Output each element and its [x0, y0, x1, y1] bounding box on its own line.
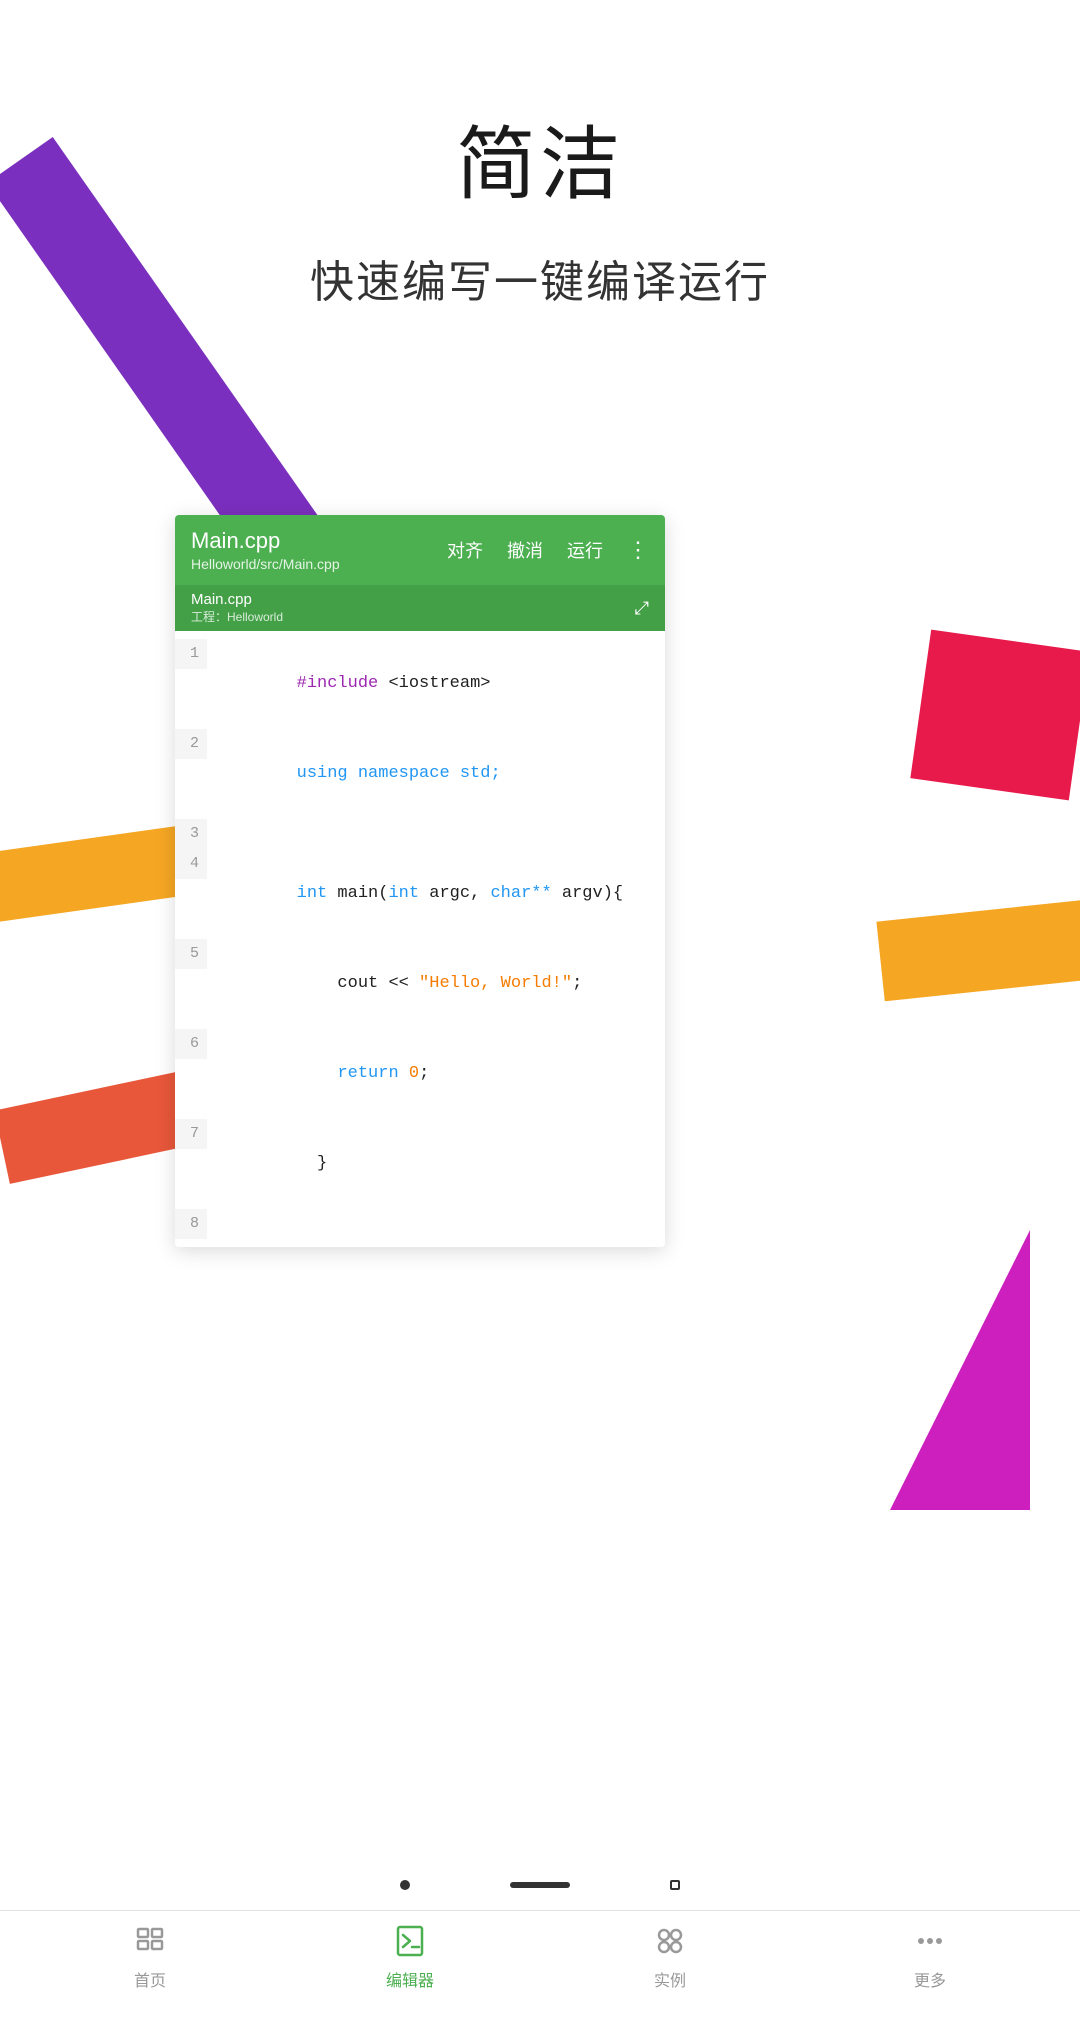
editor-tab-project: 工程：Helloworld — [191, 608, 283, 625]
line-number-1: 1 — [175, 639, 207, 669]
line-content-8 — [207, 1209, 665, 1239]
system-navigation — [0, 1860, 1080, 1910]
line-content-4: int main(int argc, char** argv){ — [207, 849, 665, 939]
line-content-7: } — [207, 1119, 665, 1209]
line-number-2: 2 — [175, 729, 207, 759]
decoration-red-bottom-left — [0, 1071, 196, 1184]
line-number-3: 3 — [175, 819, 207, 849]
code-line-6: 6 return 0; — [175, 1029, 665, 1119]
code-line-5: 5 cout << "Hello, World!"; — [175, 939, 665, 1029]
editor-toolbar: Main.cpp Helloworld/src/Main.cpp 对齐 撤消 运… — [175, 515, 665, 585]
system-back-button[interactable] — [400, 1880, 410, 1890]
line-content-3 — [207, 819, 665, 849]
line-number-8: 8 — [175, 1209, 207, 1239]
align-button[interactable]: 对齐 — [447, 537, 483, 563]
decoration-orange-left — [0, 825, 194, 925]
code-line-2: 2 using namespace std; — [175, 729, 665, 819]
editor-toolbar-actions: 对齐 撤消 运行 ⋮ — [447, 537, 649, 563]
run-button[interactable]: 运行 — [567, 537, 603, 563]
page-subtitle: 快速编写一键编译运行 — [0, 246, 1080, 310]
editor-filename: Main.cpp — [191, 528, 340, 554]
nav-label-editor: 编辑器 — [386, 1967, 434, 1991]
nav-label-home: 首页 — [134, 1967, 166, 1991]
line-content-6: return 0; — [207, 1029, 665, 1119]
page-title: 简洁 — [0, 100, 1080, 216]
line-number-5: 5 — [175, 939, 207, 969]
bottom-navigation: 首页 编辑器 实例 — [0, 1910, 1080, 2020]
system-home-button[interactable] — [510, 1882, 570, 1888]
more-button[interactable]: ⋮ — [627, 537, 649, 563]
line-number-4: 4 — [175, 849, 207, 879]
editor-tab-name[interactable]: Main.cpp — [191, 591, 283, 608]
home-icon — [130, 1921, 170, 1961]
code-line-4: 4 int main(int argc, char** argv){ — [175, 849, 665, 939]
code-line-8: 8 — [175, 1209, 665, 1239]
editor-tab-bar: Main.cpp 工程：Helloworld ⤢ — [175, 585, 665, 631]
decoration-pink-right — [910, 630, 1080, 801]
undo-button[interactable]: 撤消 — [507, 537, 543, 563]
editor-tab-info: Main.cpp 工程：Helloworld — [191, 591, 283, 625]
line-number-7: 7 — [175, 1119, 207, 1149]
nav-item-home[interactable]: 首页 — [20, 1921, 280, 1991]
nav-item-examples[interactable]: 实例 — [540, 1921, 800, 1991]
nav-label-examples: 实例 — [654, 1967, 686, 1991]
editor-panel: Main.cpp Helloworld/src/Main.cpp 对齐 撤消 运… — [175, 515, 665, 1247]
line-content-5: cout << "Hello, World!"; — [207, 939, 665, 1029]
nav-item-editor[interactable]: 编辑器 — [280, 1921, 540, 1991]
editor-file-info: Main.cpp Helloworld/src/Main.cpp — [191, 528, 340, 572]
decoration-magenta-triangle — [890, 1230, 1030, 1510]
line-number-6: 6 — [175, 1029, 207, 1059]
line-content-1: #include <iostream> — [207, 639, 665, 729]
nav-item-more[interactable]: 更多 — [800, 1921, 1060, 1991]
nav-label-more: 更多 — [914, 1967, 946, 1991]
code-editor[interactable]: 1 #include <iostream> 2 using namespace … — [175, 631, 665, 1247]
decoration-orange-right — [876, 899, 1080, 1002]
code-line-3: 3 — [175, 819, 665, 849]
system-recents-button[interactable] — [670, 1880, 680, 1890]
code-line-1: 1 #include <iostream> — [175, 639, 665, 729]
line-content-2: using namespace std; — [207, 729, 665, 819]
editor-filepath: Helloworld/src/Main.cpp — [191, 556, 340, 572]
code-line-7: 7 } — [175, 1119, 665, 1209]
editor-icon — [390, 1921, 430, 1961]
more-icon — [910, 1921, 950, 1961]
examples-icon — [650, 1921, 690, 1961]
expand-icon[interactable]: ⤢ — [635, 598, 649, 619]
